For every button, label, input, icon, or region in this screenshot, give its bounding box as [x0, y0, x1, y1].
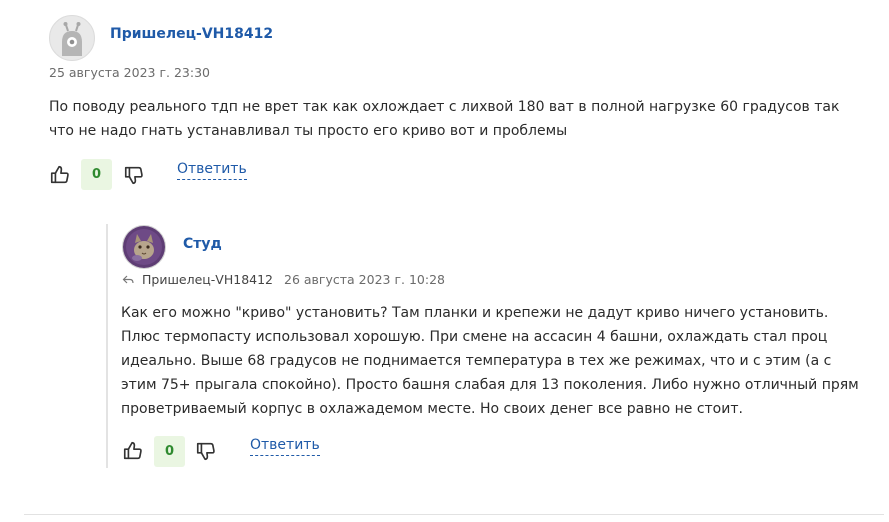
reply-text: Как его можно "криво" установить? Там пл…	[121, 305, 859, 417]
reply-arrow-icon	[122, 275, 134, 284]
comment-author[interactable]: Пришелец-VH18412	[110, 26, 273, 42]
reply-button[interactable]: Ответить	[177, 161, 247, 180]
divider	[24, 514, 884, 515]
thumbs-down-icon[interactable]	[195, 440, 217, 462]
cat-photo-avatar	[123, 226, 165, 268]
avatar[interactable]	[49, 15, 95, 61]
reply-button[interactable]: Ответить	[250, 437, 320, 456]
reply-author[interactable]: Студ	[183, 236, 222, 252]
vote-count: 0	[81, 159, 112, 190]
thumbs-up-icon[interactable]	[49, 164, 71, 186]
thread-line	[106, 224, 108, 468]
comment-text: По поводу реального тдп не врет так как …	[49, 99, 840, 139]
alien-icon	[62, 22, 82, 56]
comment-date: 25 августа 2023 г. 23:30	[49, 65, 210, 80]
vote-count: 0	[154, 436, 185, 467]
thumbs-down-icon[interactable]	[123, 164, 145, 186]
thumbs-up-icon[interactable]	[122, 440, 144, 462]
reply-date: 26 августа 2023 г. 10:28	[284, 272, 445, 287]
avatar[interactable]	[122, 225, 166, 269]
reply-to-author[interactable]: Пришелец-VH18412	[142, 272, 273, 287]
